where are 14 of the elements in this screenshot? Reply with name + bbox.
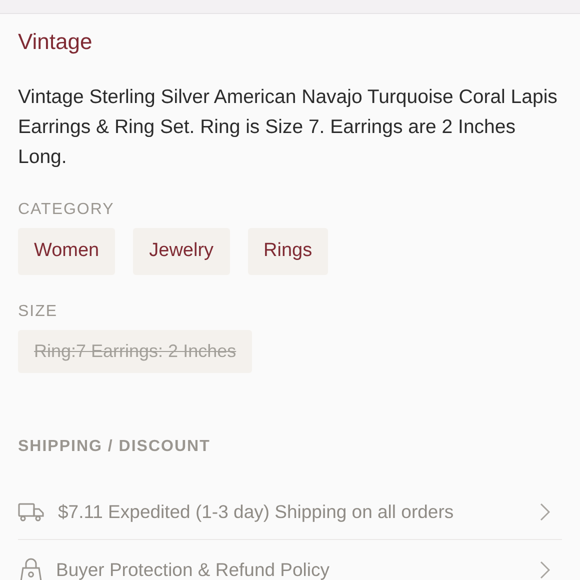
item-description: Vintage Sterling Silver American Navajo Turquoise Coral Lapis Earrings & Ring Set. Ring is Size 7. Earrings are 2 Inches Long. — [18, 85, 558, 170]
category-tag[interactable]: Rings — [248, 228, 328, 275]
chevron-right-icon — [540, 561, 550, 579]
section-label: SHIPPING / DISCOUNT — [18, 437, 212, 457]
category-tag[interactable]: Jewelry — [133, 228, 230, 275]
section-label: SIZE — [18, 302, 59, 322]
policy-text: Buyer Protection & Refund Policy — [56, 558, 331, 580]
policy-text: $7.11 Expedited (1-3 day) Shipping on all orders — [58, 500, 455, 524]
lock-icon — [20, 558, 42, 580]
chevron-right-icon — [540, 502, 550, 520]
truck-icon — [18, 502, 44, 522]
section-label: CATEGORY — [18, 200, 116, 220]
brand-link[interactable]: Vintage — [18, 27, 92, 57]
category-tag[interactable]: Women — [18, 228, 116, 275]
